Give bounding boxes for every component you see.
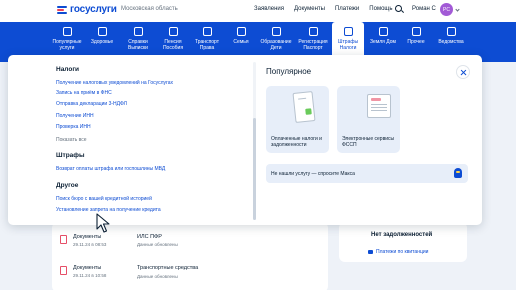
popular-card-paid-taxes[interactable]: Оплаченные налоги и задолженности (266, 86, 329, 153)
nav-documents[interactable]: Документы (294, 6, 325, 12)
document-icon (60, 235, 67, 244)
education-icon (271, 27, 281, 36)
category-label: Популярные услуги (52, 39, 82, 51)
section-title-other: Другое (56, 182, 79, 189)
no-debts-text: Нет задолженностей (371, 232, 433, 238)
category-label: Ведомства (438, 39, 464, 45)
category-label: Прочее (407, 39, 425, 45)
popular-card-label: Оплаченные налоги и задолженности (271, 136, 322, 148)
category-label: Пенсия Пособия (162, 39, 184, 51)
close-icon[interactable] (456, 65, 470, 79)
document-date: 29.11.24 в 08:53 (73, 242, 107, 247)
region-selector[interactable]: Московская область (121, 6, 178, 12)
debts-card (339, 222, 467, 262)
receipt-icon (368, 250, 373, 254)
top-nav: Заявления Документы Платежи Помощь (254, 6, 392, 12)
receipt-illustration-icon (292, 91, 316, 123)
document-status: Данные обновлены (137, 242, 178, 247)
logo-icon (57, 5, 67, 14)
pay-by-receipt-link[interactable]: Платежи по квитанции (368, 249, 428, 255)
menu-scrollbar-thumb[interactable] (253, 118, 256, 220)
document-subject: Транспортные средства (137, 265, 199, 271)
document-subject: ИЛС ПФР (137, 234, 162, 240)
document-item[interactable]: Документы 29.11.24 в 10:58 (60, 265, 106, 278)
mouse-cursor-icon (96, 213, 110, 233)
link-fine-refund[interactable]: Возврат оплаты штрафа или госпошлины МВД (56, 166, 165, 172)
nav-payments[interactable]: Платежи (335, 6, 359, 12)
certificate-icon (133, 27, 143, 36)
ask-assistant-banner[interactable]: Не нашли услугу — спросите Макса (266, 164, 468, 183)
health-icon (97, 27, 107, 36)
category-label: Штрафы Налоги (337, 39, 359, 51)
show-all-link[interactable]: Показать все (56, 137, 87, 143)
popular-card-fssp[interactable]: Электронные сервисы ФССП (337, 86, 400, 153)
popular-card-label: Электронные сервисы ФССП (342, 136, 395, 148)
logo-text: госуслуги (70, 4, 117, 15)
document-date: 29.11.24 в 10:58 (73, 273, 107, 278)
document-illustration-icon (367, 94, 391, 118)
link-get-inn[interactable]: Получение ИНН (56, 113, 94, 119)
link-3ndfl-declaration[interactable]: Отправка декларации 3-НДФЛ (56, 101, 127, 107)
user-name[interactable]: Роман С (412, 6, 436, 12)
section-title-taxes: Налоги (56, 66, 80, 73)
car-icon (202, 27, 212, 36)
popular-icon (62, 27, 72, 36)
link-check-inn[interactable]: Проверка ИНН (56, 124, 91, 130)
family-icon (236, 27, 246, 36)
category-label: Образование Дети (260, 39, 292, 51)
document-status: Данные обновлены (137, 274, 178, 279)
nav-help[interactable]: Помощь (369, 6, 392, 12)
pay-link-label: Платежи по квитанции (376, 249, 429, 255)
chevron-down-icon[interactable] (455, 7, 460, 12)
category-label: Семья (233, 39, 249, 45)
category-label: Здоровье (90, 39, 114, 45)
other-icon (411, 27, 421, 36)
popular-title: Популярное (266, 67, 312, 76)
document-title: Документы (73, 265, 102, 271)
avatar[interactable]: РС (440, 3, 453, 16)
search-icon[interactable] (395, 5, 402, 12)
document-item[interactable]: Документы 29.11.24 в 08:53 (60, 234, 106, 247)
category-label: Регистрация Паспорт (298, 39, 328, 51)
category-label: Транспорт Права (194, 39, 220, 51)
pension-icon (168, 27, 178, 36)
link-credit-bureau-search[interactable]: Поиск бюро с вашей кредитной историей (56, 196, 152, 202)
category-label: Земля Дом (370, 39, 396, 45)
top-header: госуслуги Московская область Заявления Д… (0, 0, 516, 22)
scales-icon (343, 27, 353, 36)
robot-assistant-icon (454, 168, 462, 178)
documents-card (52, 222, 328, 290)
ask-assistant-text: Не нашли услугу — спросите Макса (271, 171, 355, 177)
building-icon (446, 27, 456, 36)
link-tax-notifications[interactable]: Получение налоговых уведомлений на Госус… (56, 80, 173, 86)
document-icon (60, 266, 67, 275)
category-label: Справки Выписки (128, 39, 148, 51)
house-icon (378, 27, 388, 36)
passport-icon (308, 27, 318, 36)
section-title-fines: Штрафы (56, 152, 85, 159)
gosuslugi-logo[interactable]: госуслуги (57, 4, 117, 15)
link-fns-appointment[interactable]: Запись на приём в ФНС (56, 90, 112, 96)
nav-applications[interactable]: Заявления (254, 6, 284, 12)
document-title: Документы (73, 234, 102, 240)
